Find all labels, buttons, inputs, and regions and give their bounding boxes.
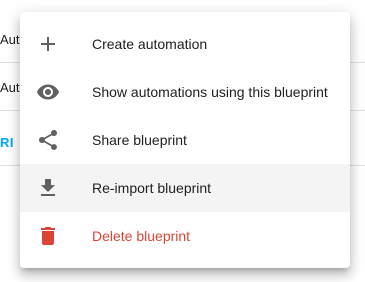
share-icon	[36, 128, 60, 152]
page: Aut Aut RI Create automation Show automa…	[0, 0, 365, 282]
menu-item-reimport-blueprint[interactable]: Re-import blueprint	[20, 164, 350, 212]
trash-icon	[36, 224, 60, 248]
plus-icon	[36, 32, 60, 56]
row-action-link[interactable]: RI	[0, 135, 14, 150]
download-icon	[36, 176, 60, 200]
menu-item-create-automation[interactable]: Create automation	[20, 20, 350, 68]
menu-item-label: Delete blueprint	[92, 228, 191, 244]
menu-item-share-blueprint[interactable]: Share blueprint	[20, 116, 350, 164]
eye-icon	[36, 80, 60, 104]
list-row-name: Aut	[0, 80, 20, 95]
list-row-name: Aut	[0, 32, 20, 47]
overflow-menu: Create automation Show automations using…	[20, 12, 350, 268]
menu-item-show-automations[interactable]: Show automations using this blueprint	[20, 68, 350, 116]
menu-item-label: Create automation	[92, 36, 208, 52]
menu-item-label: Share blueprint	[92, 132, 187, 148]
menu-item-label: Re-import blueprint	[92, 180, 212, 196]
menu-item-label: Show automations using this blueprint	[92, 84, 328, 100]
menu-item-delete-blueprint[interactable]: Delete blueprint	[20, 212, 350, 260]
